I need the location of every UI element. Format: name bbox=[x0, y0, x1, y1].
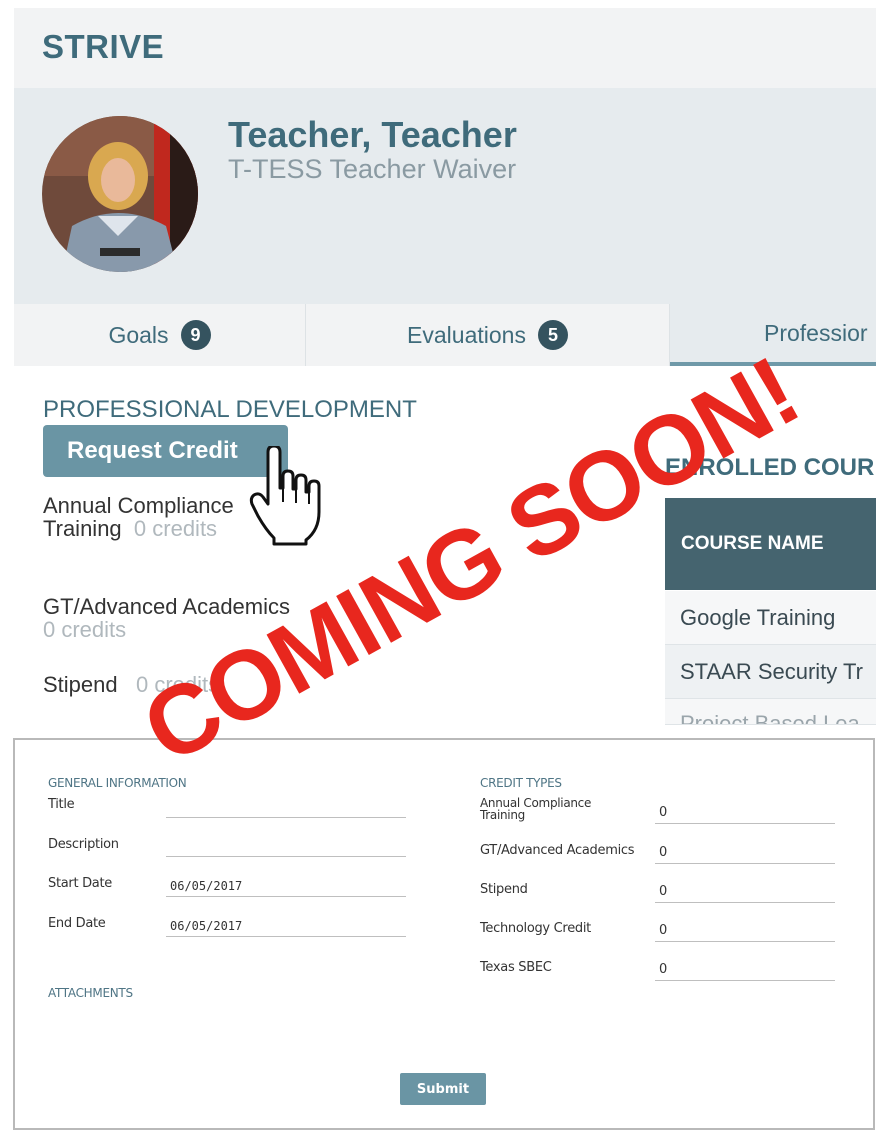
title-input[interactable] bbox=[166, 796, 406, 818]
credit-type-label: GT/Advanced Academics bbox=[480, 843, 635, 858]
pointing-hand-cursor-icon bbox=[246, 444, 328, 546]
section-title: PROFESSIONAL DEVELOPMENT bbox=[43, 396, 417, 423]
evaluations-count-badge: 5 bbox=[537, 320, 568, 350]
start-date-input[interactable] bbox=[166, 875, 406, 897]
technology-credit-input[interactable] bbox=[655, 920, 835, 942]
attachments-heading: ATTACHMENTS bbox=[48, 986, 133, 1000]
table-row[interactable]: STAAR Security Tr bbox=[665, 645, 876, 699]
credit-type-label: Technology Credit bbox=[480, 921, 591, 936]
table-row[interactable]: Google Training bbox=[665, 591, 876, 645]
tab-goals-label: Goals bbox=[108, 321, 169, 348]
goals-count-badge: 9 bbox=[180, 320, 211, 350]
credit-type-label: Stipend bbox=[480, 882, 528, 897]
description-label: Description bbox=[48, 837, 119, 852]
credit-value: 0 credits bbox=[133, 516, 218, 541]
brand-logo[interactable]: STRIVE bbox=[42, 28, 164, 66]
table-row[interactable]: Project Based Lea bbox=[665, 699, 876, 725]
tab-evaluations[interactable]: Evaluations 5 bbox=[306, 304, 670, 366]
tab-evaluations-label: Evaluations bbox=[407, 321, 526, 348]
start-date-label: Start Date bbox=[48, 876, 112, 891]
tab-professional-label: Professior bbox=[764, 319, 868, 346]
general-information-heading: GENERAL INFORMATION bbox=[48, 776, 187, 790]
credit-type-label: Texas SBEC bbox=[480, 960, 552, 975]
app-header: STRIVE bbox=[14, 8, 876, 88]
description-input[interactable] bbox=[166, 835, 406, 857]
profile-role: T-TESS Teacher Waiver bbox=[228, 154, 517, 184]
submit-button[interactable]: Submit bbox=[400, 1073, 486, 1105]
end-date-input[interactable] bbox=[166, 915, 406, 937]
profile-banner: Teacher, Teacher T-TESS Teacher Waiver bbox=[14, 88, 876, 304]
credit-label: GT/Advanced Academics bbox=[43, 594, 291, 619]
end-date-label: End Date bbox=[48, 916, 106, 931]
avatar bbox=[42, 116, 198, 272]
stipend-input[interactable] bbox=[655, 881, 835, 903]
credit-types-heading: CREDIT TYPES bbox=[480, 776, 562, 790]
title-label: Title bbox=[48, 797, 75, 812]
credit-type-label: Annual Compliance Training bbox=[480, 796, 592, 822]
profile-name: Teacher, Teacher bbox=[228, 114, 517, 155]
tab-goals[interactable]: Goals 9 bbox=[14, 304, 306, 366]
gt-advanced-academics-input[interactable] bbox=[655, 842, 835, 864]
texas-sbec-input[interactable] bbox=[655, 959, 835, 981]
annual-compliance-input[interactable] bbox=[655, 802, 835, 824]
credit-label: Stipend bbox=[43, 672, 118, 697]
course-name-column-header[interactable]: COURSE NAME bbox=[665, 498, 876, 590]
credit-value: 0 credits bbox=[43, 617, 127, 642]
request-credit-form: GENERAL INFORMATION Title Description St… bbox=[13, 738, 875, 1130]
